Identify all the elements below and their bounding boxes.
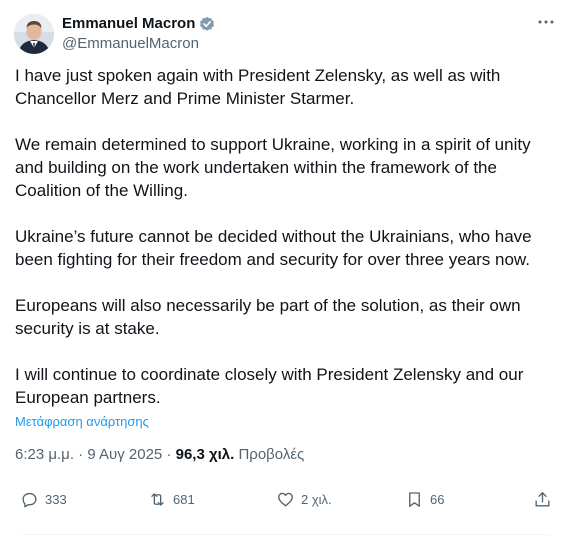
tweet-text: I have just spoken again with President … xyxy=(15,64,555,409)
repost-icon xyxy=(151,493,164,506)
tweet-header: Emmanuel Macron @EmmanuelMacron xyxy=(14,12,558,56)
tweet-paragraph: Europeans will also necessarily be part … xyxy=(15,296,521,338)
meta-separator: · xyxy=(166,446,172,463)
repost-count: 681 xyxy=(173,492,195,507)
views-count: 96,3 χιλ. xyxy=(175,446,235,463)
reply-button[interactable]: 333 xyxy=(20,490,67,509)
more-options-icon[interactable] xyxy=(536,12,556,32)
meta-separator: · xyxy=(78,446,84,463)
tweet-actions-bar: 333 681 2 χιλ. 66 xyxy=(0,490,572,520)
like-count: 2 χιλ. xyxy=(301,492,332,507)
share-button[interactable] xyxy=(533,490,552,509)
verified-badge-icon xyxy=(199,16,215,32)
avatar[interactable] xyxy=(14,14,54,54)
bookmark-icon xyxy=(409,492,420,507)
tweet-paragraph: I will continue to coordinate closely wi… xyxy=(15,365,524,407)
tweet-time[interactable]: 6:23 μ.μ. xyxy=(15,446,74,463)
like-button[interactable]: 2 χιλ. xyxy=(276,490,332,509)
tweet-paragraph: I have just spoken again with President … xyxy=(15,66,501,108)
reply-count: 333 xyxy=(45,492,67,507)
reply-icon xyxy=(22,492,37,508)
author-display-name[interactable]: Emmanuel Macron xyxy=(62,15,195,33)
views-label: Προβολές xyxy=(238,446,305,463)
tweet-metadata: 6:23 μ.μ. · 9 Αυγ 2025 · 96,3 χιλ. Προβο… xyxy=(15,445,304,465)
translate-post-link[interactable]: Μετάφραση ανάρτησης xyxy=(15,414,149,430)
author-handle[interactable]: @EmmanuelMacron xyxy=(62,34,215,54)
bookmark-count: 66 xyxy=(430,492,445,507)
tweet-paragraph: We remain determined to support Ukraine,… xyxy=(15,135,531,200)
heart-icon xyxy=(278,492,293,507)
repost-button[interactable]: 681 xyxy=(148,490,195,509)
bookmark-button[interactable]: 66 xyxy=(405,490,444,509)
tweet-paragraph: Ukraine’s future cannot be decided witho… xyxy=(15,227,532,269)
share-icon xyxy=(535,492,550,507)
tweet-date[interactable]: 9 Αυγ 2025 xyxy=(87,446,162,463)
